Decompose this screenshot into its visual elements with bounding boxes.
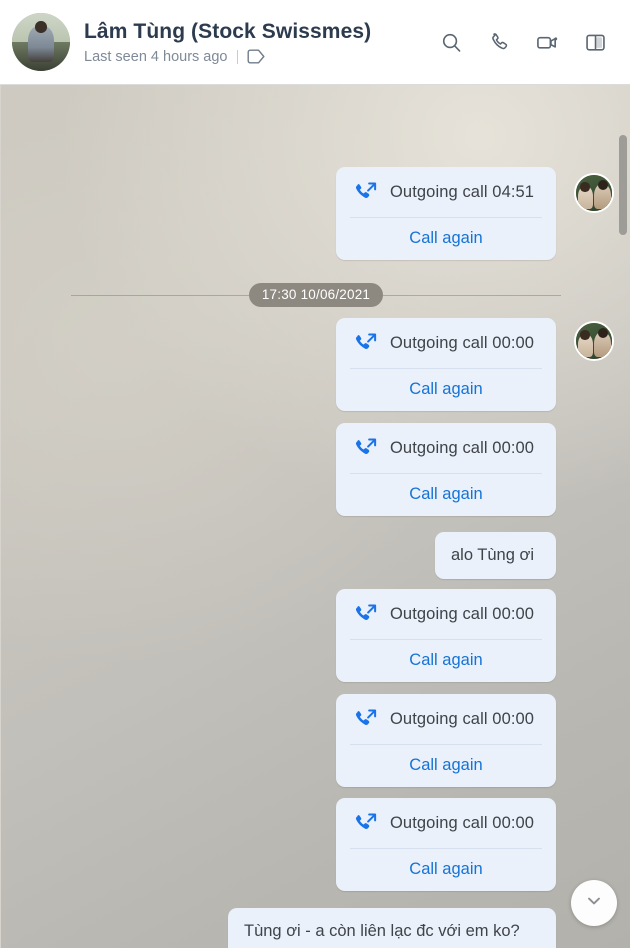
chat-message-area: Outgoing call 04:51 Call again Outgoing ca…: [0, 85, 630, 948]
last-seen-text: Last seen 4 hours ago: [84, 48, 228, 65]
call-info-row: Outgoing call 04:51: [336, 167, 556, 217]
date-divider-label: 17:30 10/06/2021: [248, 283, 384, 307]
text-message-bubble: Tùng ơi - a còn liên lạc đc với em ko?17…: [228, 908, 556, 948]
call-label: Outgoing call 00:00: [390, 439, 535, 457]
scroll-to-bottom-button[interactable]: [571, 880, 617, 926]
call-again-button[interactable]: Call again: [336, 369, 556, 411]
call-again-button[interactable]: Call again: [336, 849, 556, 891]
chat-app-window: Lâm Tùng (Stock Swissmes) Last seen 4 ho…: [0, 0, 630, 948]
call-again-button[interactable]: Call again: [336, 745, 556, 787]
call-label: Outgoing call 04:51: [390, 183, 535, 201]
call-message-bubble: Outgoing call 00:00 Call again: [336, 589, 556, 682]
video-camera-icon[interactable]: [534, 29, 560, 55]
date-divider: 17:30 10/06/2021: [71, 283, 561, 307]
call-message-bubble: Outgoing call 04:51 Call again: [336, 167, 556, 260]
call-message-bubble: Outgoing call 00:00 Call again: [336, 318, 556, 411]
contact-avatar[interactable]: [12, 13, 70, 71]
divider-line-left: [71, 294, 249, 296]
call-label: Outgoing call 00:00: [390, 814, 535, 832]
status-separator: [236, 49, 238, 64]
message-avatar[interactable]: [574, 321, 614, 361]
call-label: Outgoing call 00:00: [390, 605, 535, 623]
call-again-button[interactable]: Call again: [336, 474, 556, 516]
outgoing-call-icon: [352, 811, 379, 836]
search-icon[interactable]: [438, 29, 464, 55]
chat-scrollbar-thumb[interactable]: [619, 135, 627, 235]
call-message-bubble: Outgoing call 00:00 Call again: [336, 798, 556, 891]
call-message-bubble: Outgoing call 00:00 Call again: [336, 694, 556, 787]
call-info-row: Outgoing call 00:00: [336, 694, 556, 744]
phone-icon[interactable]: [486, 29, 512, 55]
call-label: Outgoing call 00:00: [390, 710, 535, 728]
message-avatar[interactable]: [574, 173, 614, 213]
tag-icon[interactable]: [247, 49, 266, 64]
chat-header: Lâm Tùng (Stock Swissmes) Last seen 4 ho…: [0, 0, 630, 85]
contact-name: Lâm Tùng (Stock Swissmes): [84, 19, 372, 43]
message-text: Tùng ơi - a còn liên lạc đc với em ko?: [244, 922, 520, 940]
outgoing-call-icon: [352, 180, 379, 205]
outgoing-call-icon: [352, 602, 379, 627]
divider-line-right: [383, 294, 561, 296]
outgoing-call-icon: [352, 331, 379, 356]
message-list: Outgoing call 04:51 Call again Outgoing ca…: [1, 85, 630, 948]
text-message-bubble: alo Tùng ơi: [435, 532, 556, 579]
call-message-bubble: Outgoing call 00:00 Call again: [336, 423, 556, 516]
call-info-row: Outgoing call 00:00: [336, 318, 556, 368]
chevron-down-icon: [584, 891, 604, 916]
outgoing-call-icon: [352, 707, 379, 732]
split-panel-icon[interactable]: [582, 29, 608, 55]
call-label: Outgoing call 00:00: [390, 334, 535, 352]
call-again-button[interactable]: Call again: [336, 218, 556, 260]
call-again-button[interactable]: Call again: [336, 640, 556, 682]
call-info-row: Outgoing call 00:00: [336, 423, 556, 473]
call-info-row: Outgoing call 00:00: [336, 589, 556, 639]
call-info-row: Outgoing call 00:00: [336, 798, 556, 848]
header-actions: [438, 29, 608, 55]
header-text-group: Lâm Tùng (Stock Swissmes) Last seen 4 ho…: [84, 19, 438, 66]
contact-status-row: Last seen 4 hours ago: [84, 48, 438, 66]
message-text: alo Tùng ơi: [451, 546, 534, 564]
chat-scrollbar[interactable]: [619, 85, 627, 948]
outgoing-call-icon: [352, 436, 379, 461]
